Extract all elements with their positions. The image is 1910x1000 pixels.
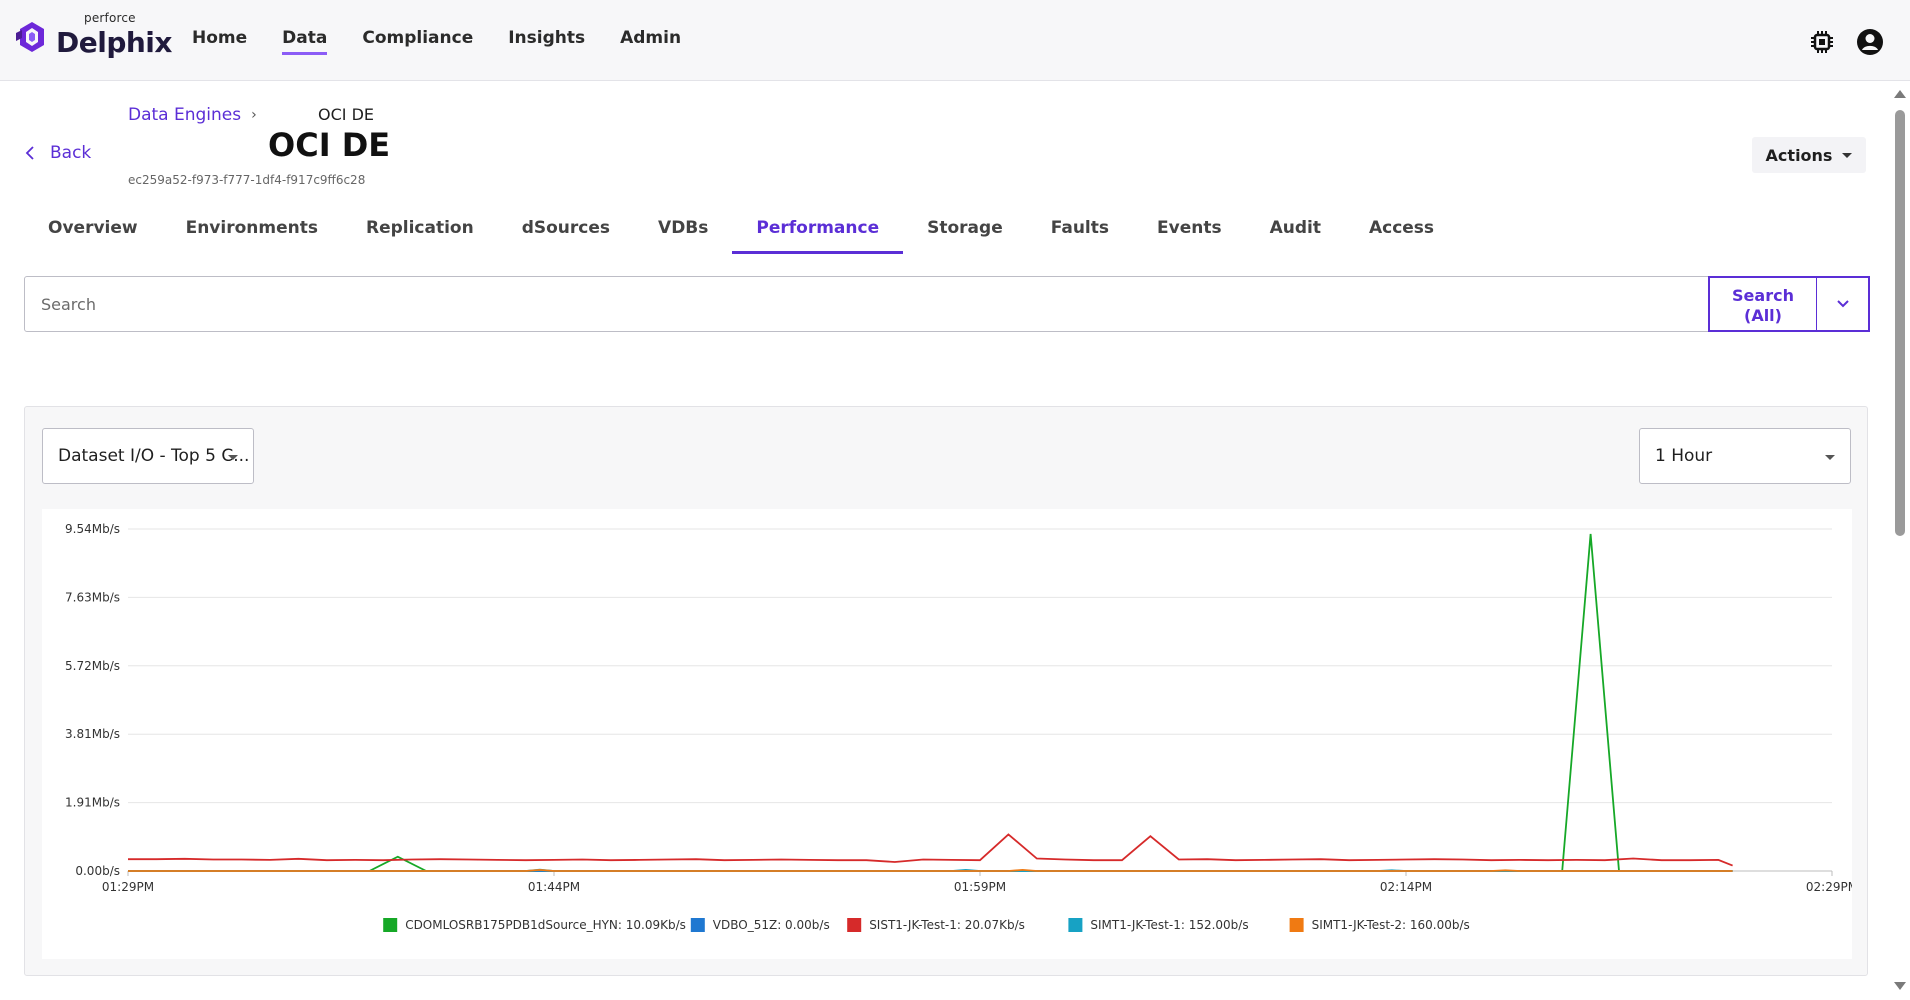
y-tick-label: 1.91Mb/s — [65, 796, 120, 810]
x-tick-label: 01:29PM — [102, 880, 154, 894]
x-tick-label: 02:29PM — [1806, 880, 1852, 894]
search-button-label: Search — [1732, 286, 1794, 305]
scroll-up-arrow-icon[interactable] — [1894, 90, 1906, 98]
series-line-0 — [128, 533, 1733, 872]
scroll-thumb[interactable] — [1895, 110, 1905, 536]
legend-label-2: SIST1-JK-Test-1: 20.07Kb/s — [869, 918, 1025, 932]
legend-swatch-2 — [847, 918, 862, 932]
caret-down-icon — [1842, 152, 1853, 158]
tab-environments[interactable]: Environments — [162, 212, 342, 254]
top-navigation-bar: perforce Delphix Home Data Compliance In… — [0, 0, 1910, 81]
user-account-icon[interactable] — [1856, 28, 1884, 56]
x-tick-label: 01:59PM — [954, 880, 1006, 894]
legend-swatch-1 — [690, 918, 705, 932]
tab-replication[interactable]: Replication — [342, 212, 498, 254]
tab-performance[interactable]: Performance — [732, 212, 904, 254]
performance-panel: Dataset I/O - Top 5 C... 1 Hour 0.00b/s 1… — [24, 406, 1868, 976]
nav-insights[interactable]: Insights — [508, 28, 585, 55]
engine-tabs: Overview Environments Replication dSourc… — [24, 212, 1458, 254]
io-chart: 0.00b/s 1.91Mb/s 3.81Mb/s 5.72Mb/s 7.63Mb/s 9… — [42, 509, 1858, 959]
y-tick-label: 3.81Mb/s — [65, 727, 120, 741]
delphix-logo-icon — [16, 21, 44, 52]
nav-admin[interactable]: Admin — [620, 28, 681, 55]
breadcrumb-chevron-icon: › — [251, 107, 257, 123]
tab-dsources[interactable]: dSources — [498, 212, 634, 254]
search-button-scope: (All) — [1744, 306, 1782, 325]
engine-id: ec259a52-f973-f777-1df4-f917c9ff6c28 — [128, 173, 366, 187]
x-tick-label: 02:14PM — [1380, 880, 1432, 894]
actions-button[interactable]: Actions — [1752, 137, 1866, 173]
nav-data[interactable]: Data — [282, 28, 328, 55]
x-tick-label: 01:44PM — [528, 880, 580, 894]
tab-audit[interactable]: Audit — [1246, 212, 1345, 254]
logo-delphix-text: Delphix — [56, 26, 172, 59]
legend-swatch-3 — [1068, 918, 1083, 932]
search-bar: Search Search (All) — [24, 276, 1870, 332]
scroll-down-arrow-icon[interactable] — [1894, 982, 1906, 990]
back-label: Back — [50, 143, 92, 163]
y-tick-label: 9.54Mb/s — [65, 522, 120, 536]
tab-vdbs[interactable]: VDBs — [634, 212, 732, 254]
breadcrumb-data-engines[interactable]: Data Engines — [128, 105, 241, 125]
tab-storage[interactable]: Storage — [903, 212, 1027, 254]
y-tick-label: 7.63Mb/s — [65, 590, 120, 604]
search-all-button[interactable]: Search (All) — [1708, 276, 1818, 332]
logo-perforce-text: perforce — [84, 11, 136, 25]
legend-label-3: SIMT1-JK-Test-1: 152.00b/s — [1090, 918, 1248, 932]
legend-label-0: CDOMLOSRB175PDB1dSource_HYN: 10.09Kb/s — [405, 918, 686, 932]
actions-label: Actions — [1765, 145, 1833, 165]
page-title: OCI DE — [268, 126, 391, 164]
logo-text: perforce Delphix — [56, 11, 172, 59]
search-scope-dropdown[interactable] — [1817, 276, 1870, 332]
tab-faults[interactable]: Faults — [1027, 212, 1133, 254]
tab-events[interactable]: Events — [1133, 212, 1246, 254]
delphix-logo[interactable]: perforce Delphix — [14, 11, 172, 59]
y-tick-label: 0.00b/s — [75, 864, 120, 878]
tab-access[interactable]: Access — [1345, 212, 1458, 254]
legend-swatch-4 — [1289, 918, 1304, 932]
legend-label-1: VDBO_51Z: 0.00b/s — [713, 918, 830, 932]
series-line-4 — [128, 868, 1733, 872]
back-link[interactable]: Back — [24, 143, 91, 163]
tab-overview[interactable]: Overview — [24, 212, 162, 254]
nav-compliance[interactable]: Compliance — [362, 28, 473, 55]
breadcrumb: Data Engines › — [128, 105, 257, 125]
legend-swatch-0 — [383, 918, 398, 932]
metric-select[interactable]: Dataset I/O - Top 5 C... — [42, 428, 254, 484]
time-range-select[interactable]: 1 Hour — [1639, 428, 1851, 484]
chevron-down-icon — [1836, 300, 1849, 308]
legend-label-4: SIMT1-JK-Test-2: 160.00b/s — [1312, 918, 1470, 932]
page-scrollbar[interactable] — [1890, 82, 1910, 1000]
caret-down-icon — [228, 455, 238, 460]
y-tick-label: 5.72Mb/s — [65, 659, 120, 673]
caret-down-icon — [1825, 455, 1835, 460]
chip-icon[interactable] — [1808, 28, 1836, 56]
io-chart-svg: 0.00b/s 1.91Mb/s 3.81Mb/s 5.72Mb/s 7.63Mb/s 9… — [65, 522, 1858, 932]
nav-home[interactable]: Home — [192, 28, 247, 55]
breadcrumb-current: OCI DE — [318, 105, 374, 124]
search-input[interactable]: Search — [41, 295, 96, 314]
series-line-2 — [128, 833, 1733, 867]
time-range-value: 1 Hour — [1655, 446, 1713, 466]
chevron-left-icon — [25, 146, 34, 160]
metric-select-value: Dataset I/O - Top 5 C... — [58, 446, 250, 466]
main-nav: Home Data Compliance Insights Admin — [192, 28, 716, 55]
